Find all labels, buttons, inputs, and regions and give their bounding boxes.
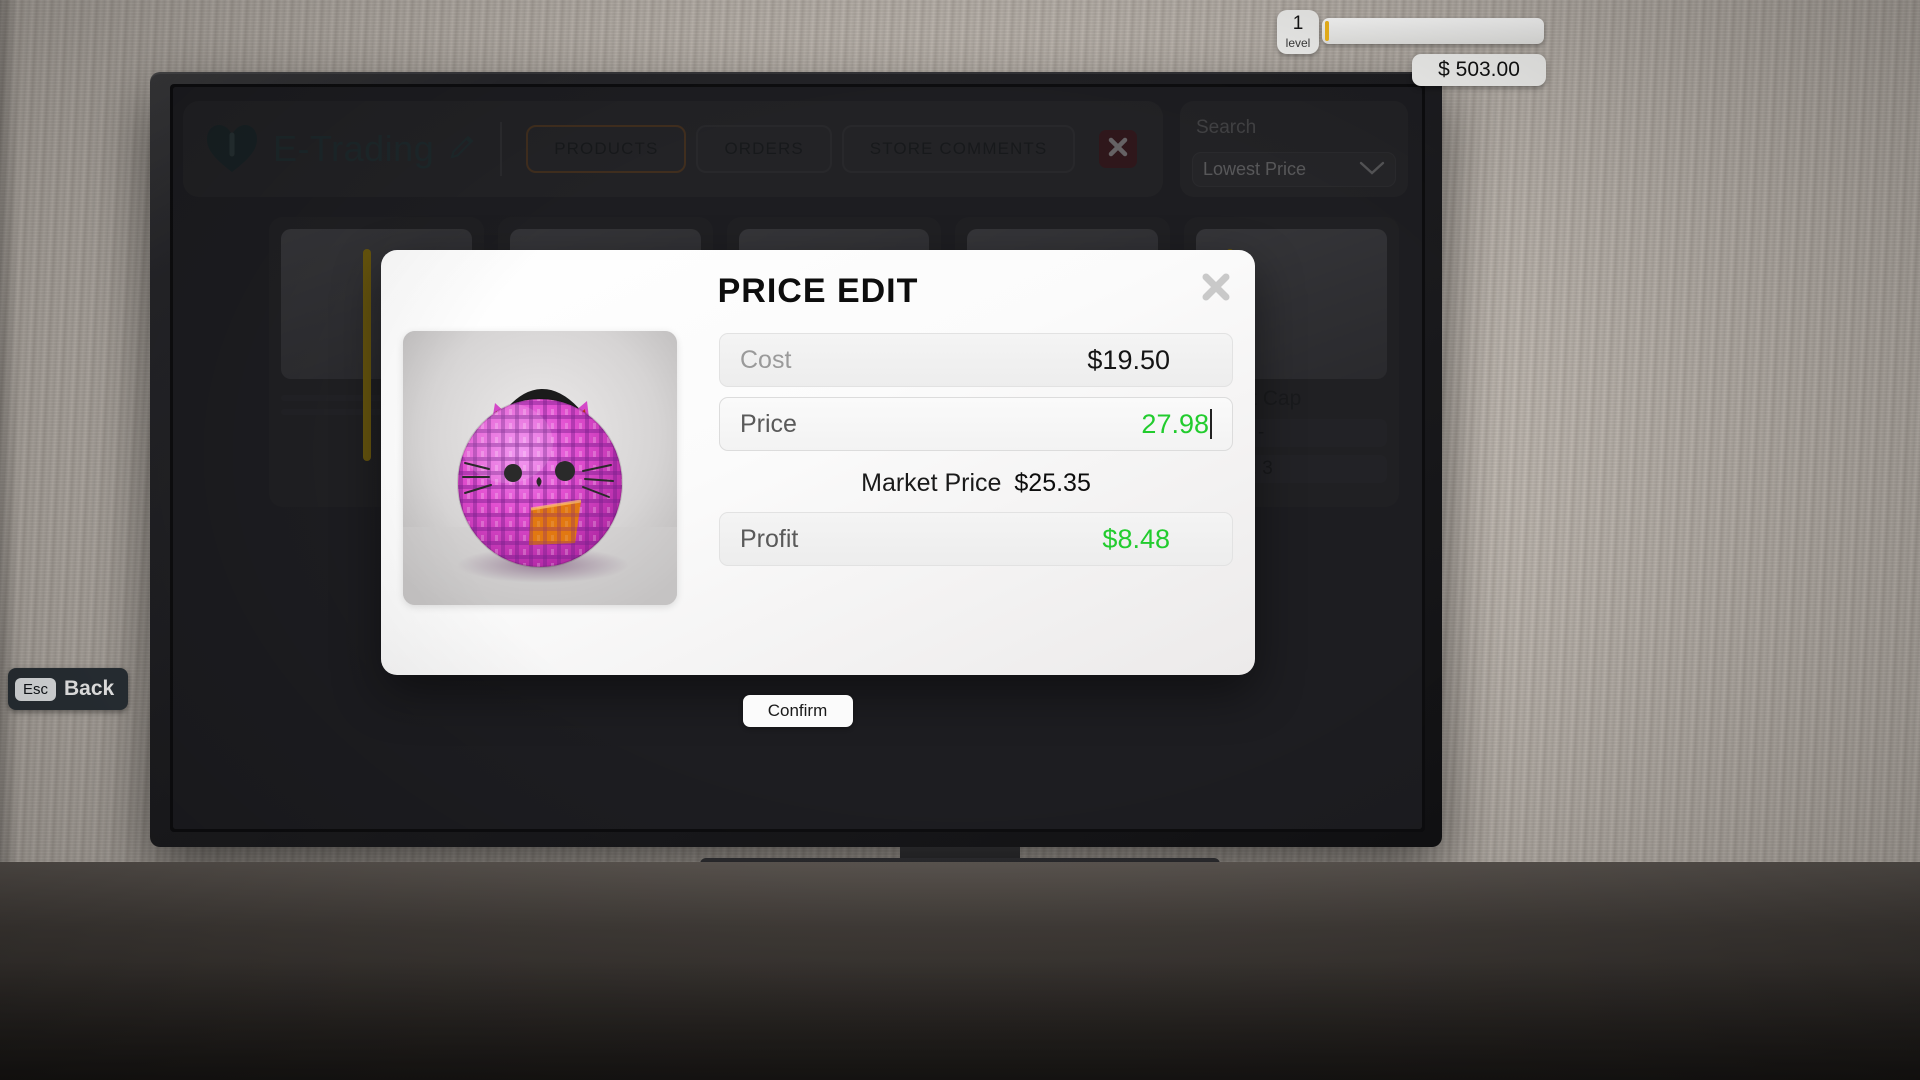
dialog-title: PRICE EDIT (717, 272, 919, 310)
monitor-screen: E-Trading PRODUCTS ORDERS (173, 87, 1422, 829)
level-caption: level (1285, 36, 1311, 50)
price-label: Price (740, 409, 797, 438)
text-cursor (1210, 408, 1212, 439)
esc-back-label: Back (64, 677, 115, 700)
cost-value: $19.50 (1087, 344, 1170, 375)
xp-progress-fill (1325, 21, 1330, 41)
confirm-button[interactable]: Confirm (742, 695, 853, 727)
level-number: 1 (1292, 13, 1304, 34)
dialog-close-button[interactable] (1199, 270, 1233, 304)
profit-row: Profit $8.48 (719, 512, 1233, 566)
dialog-body: Cost $19.50 Price 27.98 Market Price $25… (403, 331, 1233, 605)
profit-label: Profit (740, 524, 799, 553)
game-scene: E-Trading PRODUCTS ORDERS (0, 0, 1920, 1080)
profit-value: $8.48 (1102, 523, 1170, 554)
market-price-value: $25.35 (1014, 469, 1091, 497)
esc-keycap: Esc (15, 677, 57, 701)
price-input-wrap[interactable]: 27.98 (1141, 408, 1212, 440)
price-input-value: 27.98 (1141, 408, 1209, 439)
price-edit-dialog: PRICE EDIT Cost $19.50 Price 27.98 Marke… (381, 250, 1255, 675)
x-close-icon (1199, 273, 1233, 308)
price-input-row[interactable]: Price 27.98 (719, 397, 1233, 451)
level-badge: 1 level (1277, 10, 1319, 54)
product-image (403, 331, 677, 605)
monitor-frame: E-Trading PRODUCTS ORDERS (150, 72, 1442, 847)
cost-label: Cost (740, 345, 792, 374)
xp-progress-bar (1322, 18, 1544, 44)
price-fields: Cost $19.50 Price 27.98 Market Price $25… (719, 331, 1233, 605)
market-price-label: Market Price (861, 469, 1002, 497)
market-price-row: Market Price $25.35 (719, 469, 1233, 498)
cost-row: Cost $19.50 (719, 333, 1233, 387)
esc-back-hint[interactable]: Esc Back (8, 668, 129, 710)
floor-shadow (0, 960, 1920, 1080)
money-display: $ 503.00 (1412, 54, 1546, 86)
